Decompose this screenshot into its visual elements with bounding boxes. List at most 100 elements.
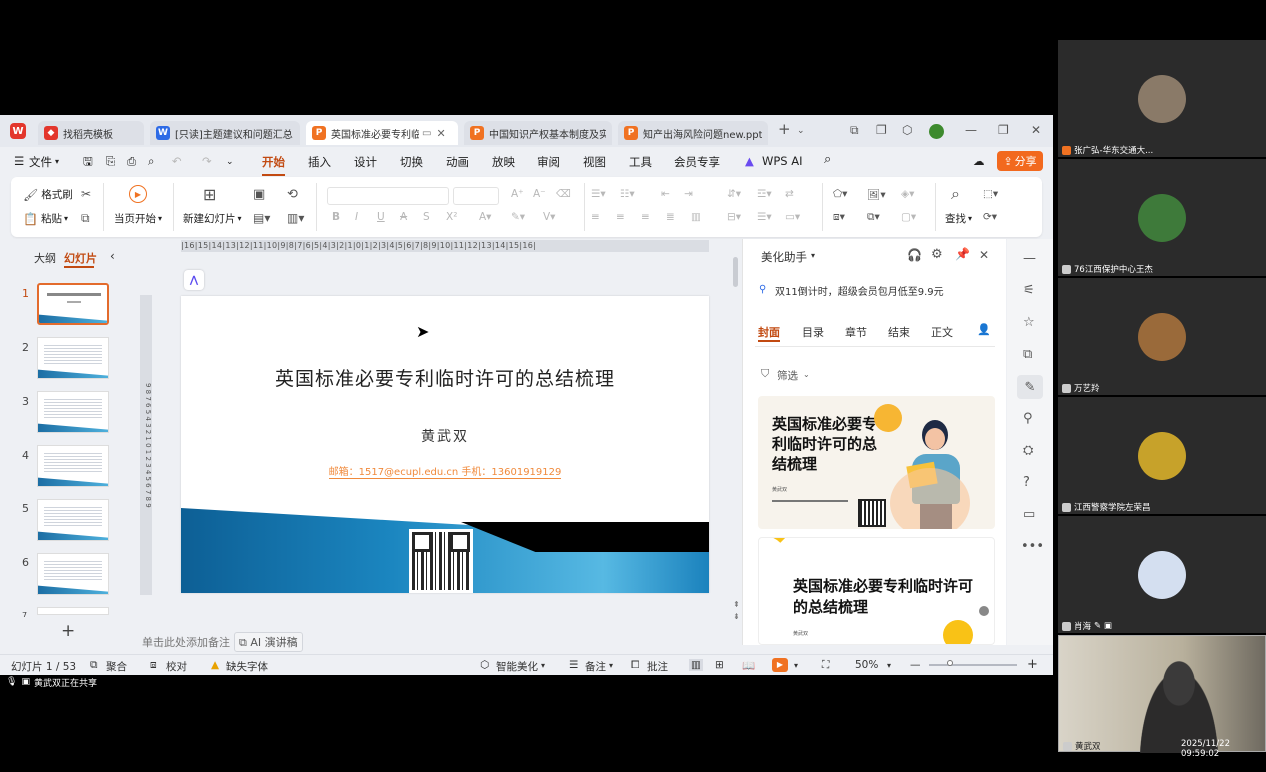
add-slide-icon[interactable]: + xyxy=(61,621,75,641)
align-right-icon[interactable]: ≡ xyxy=(641,211,650,223)
reading-view-icon[interactable]: 📖 xyxy=(742,659,755,672)
tab-list-chevron-icon[interactable]: ⌄ xyxy=(797,126,805,136)
arrange-icon[interactable]: ⧉▾ xyxy=(867,211,880,224)
editor-scrollbar[interactable] xyxy=(733,257,738,287)
next-slide-icon[interactable]: ⇟ xyxy=(733,612,740,621)
menu-view[interactable]: 视图 xyxy=(583,154,606,170)
shirt-icon[interactable]: ⚲ xyxy=(1023,411,1033,426)
select-icon[interactable]: ⬚▾ xyxy=(983,188,998,200)
prev-slide-icon[interactable]: ⇞ xyxy=(733,600,740,609)
picture-icon[interactable]: 🖼▾ xyxy=(867,188,886,201)
participant-tile[interactable]: 76江西保护中心王杰 xyxy=(1058,159,1266,276)
replace-icon[interactable]: ⟳▾ xyxy=(983,211,997,223)
new-slide-icon[interactable]: ⊞ xyxy=(203,185,216,204)
animation-pane-icon[interactable]: ⧉ xyxy=(1023,347,1032,362)
file-menu[interactable]: 文件 xyxy=(29,154,52,170)
menu-slideshow[interactable]: 放映 xyxy=(492,154,515,170)
menu-design[interactable]: 设计 xyxy=(354,154,377,170)
underline-icon[interactable]: U xyxy=(377,211,385,223)
share-button[interactable]: ⇪ 分享 xyxy=(997,151,1043,171)
beautify-tab-cover[interactable]: 封面 xyxy=(758,324,780,340)
ai-script-button[interactable]: ⧉ AI 演讲稿 xyxy=(234,632,303,652)
align-left-icon[interactable]: ≡ xyxy=(591,211,600,223)
justify-icon[interactable]: ≣ xyxy=(666,211,675,223)
more-icon[interactable]: ••• xyxy=(1021,539,1044,554)
decrease-font-icon[interactable]: A⁻ xyxy=(533,188,546,200)
filter-button[interactable]: 筛选 xyxy=(777,368,798,383)
menu-insert[interactable]: 插入 xyxy=(308,154,331,170)
text-frame-icon[interactable]: ⧈▾ xyxy=(833,211,845,224)
export-pdf-icon[interactable]: ⎘ xyxy=(106,154,115,169)
convert-smartart-icon[interactable]: ⇄ xyxy=(785,188,794,200)
find-icon[interactable]: ⌕ xyxy=(951,184,960,204)
close-window-icon[interactable]: ✕ xyxy=(1031,123,1041,137)
play-chevron-icon[interactable]: ▾ xyxy=(794,661,798,670)
beautify-tab-section[interactable]: 章节 xyxy=(845,324,867,340)
tab-ip-system[interactable]: P 中国知识产权基本制度及实务 xyxy=(464,121,612,145)
slide-thumbnail-4[interactable] xyxy=(37,445,109,487)
normal-view-icon[interactable]: ▥ xyxy=(689,659,703,671)
screenshot-icon[interactable]: ⧉ xyxy=(850,123,859,138)
beautify-tab-body[interactable]: 正文 xyxy=(931,324,953,340)
reset-icon[interactable]: ⟲ xyxy=(287,187,298,202)
missing-font-button[interactable]: 缺失字体 xyxy=(226,659,268,674)
help-icon[interactable]: ? xyxy=(1023,475,1030,490)
layout-dropdown-icon[interactable]: ▤▾ xyxy=(253,211,270,225)
minimize-icon[interactable]: — xyxy=(965,123,977,137)
slide-author[interactable]: 黄武双 xyxy=(181,426,709,446)
participant-tile[interactable]: 肖海 ✎ ▣ xyxy=(1058,516,1266,633)
numbering-icon[interactable]: ☷▾ xyxy=(620,188,635,200)
spacing-icon[interactable]: ☰▾ xyxy=(757,211,772,223)
slide-thumbnail-3[interactable] xyxy=(37,391,109,433)
zoom-out-icon[interactable]: — xyxy=(910,659,921,671)
wps-logo-icon[interactable]: W xyxy=(10,123,26,139)
format-painter-button[interactable]: 🖌 格式刷 xyxy=(23,187,73,202)
align-center-icon[interactable]: ≡ xyxy=(616,211,625,223)
sorter-view-icon[interactable]: ⊞ xyxy=(715,659,724,671)
undo-icon[interactable]: ↶ xyxy=(172,154,182,168)
line-spacing-icon[interactable]: ☲▾ xyxy=(757,188,772,200)
zoom-slider-thumb[interactable] xyxy=(947,660,953,666)
beautify-tool-icon[interactable]: ✎ xyxy=(1017,375,1043,399)
settings-icon[interactable]: ⚙ xyxy=(931,247,943,262)
beautify-title[interactable]: 美化助手 xyxy=(761,249,807,265)
star-icon[interactable]: ☆ xyxy=(1023,315,1035,330)
play-slideshow-icon[interactable]: ▶ xyxy=(772,658,788,672)
slide-title[interactable]: 英国标准必要专利临时许可的总结梳理 xyxy=(181,364,709,391)
indent-increase-icon[interactable]: ⇥ xyxy=(684,188,693,200)
participant-tile[interactable]: 江西警察学院左荣昌 xyxy=(1058,397,1266,514)
headset-icon[interactable]: 🎧 xyxy=(907,248,922,262)
notes-button[interactable]: 备注 xyxy=(585,659,606,674)
slides-tab[interactable]: 幻灯片 xyxy=(64,250,97,266)
collapse-panel-icon[interactable]: ‹ xyxy=(110,249,115,263)
outline-tab[interactable]: 大纲 xyxy=(34,250,56,266)
menu-animation[interactable]: 动画 xyxy=(446,154,469,170)
italic-icon[interactable]: I xyxy=(355,211,358,223)
notes-placeholder[interactable]: 单击此处添加备注 xyxy=(142,634,230,650)
slide-contact[interactable]: 邮箱：1517@ecupl.edu.cn 手机：13601919129 xyxy=(181,463,709,479)
participant-tile[interactable]: 万艺羚 xyxy=(1058,278,1266,395)
tab-topic-summary[interactable]: W [只读]主题建议和问题汇总 xyxy=(150,121,300,145)
slide-thumbnail-2[interactable] xyxy=(37,337,109,379)
slide-thumbnail-7[interactable] xyxy=(37,607,109,615)
zoom-in-icon[interactable]: + xyxy=(1027,657,1038,672)
clear-format-icon[interactable]: ⌫ xyxy=(556,188,571,200)
slide-thumbnail-6[interactable] xyxy=(37,553,109,595)
zoom-slider[interactable] xyxy=(929,664,1017,666)
restore-icon[interactable]: ❐ xyxy=(998,123,1009,137)
current-slide[interactable]: 英国标准必要专利临时许可的总结梳理 黄武双 邮箱：1517@ecupl.edu.… xyxy=(181,296,709,593)
print-icon[interactable]: ⎙ xyxy=(127,154,136,169)
close-tab-icon[interactable]: ✕ xyxy=(436,127,445,140)
template-card-2[interactable]: 英国标准必要专利临时许可的总结梳理 黄武双 xyxy=(758,537,995,645)
comment-icon[interactable]: ▭ xyxy=(1023,507,1035,522)
slide-thumbnail-5[interactable] xyxy=(37,499,109,541)
bullets-icon[interactable]: ☰▾ xyxy=(591,188,606,200)
pin-icon[interactable]: 📌 xyxy=(955,247,970,261)
zoom-level[interactable]: 50% xyxy=(855,659,878,671)
columns-icon[interactable]: ▥ xyxy=(691,211,701,223)
shadow-icon[interactable]: S xyxy=(423,211,430,223)
char-spacing-icon[interactable]: V▾ xyxy=(543,211,555,223)
highlight-icon[interactable]: ✎▾ xyxy=(511,211,525,223)
menu-tools[interactable]: 工具 xyxy=(629,154,652,170)
text-box-icon[interactable]: ▭▾ xyxy=(785,211,800,223)
